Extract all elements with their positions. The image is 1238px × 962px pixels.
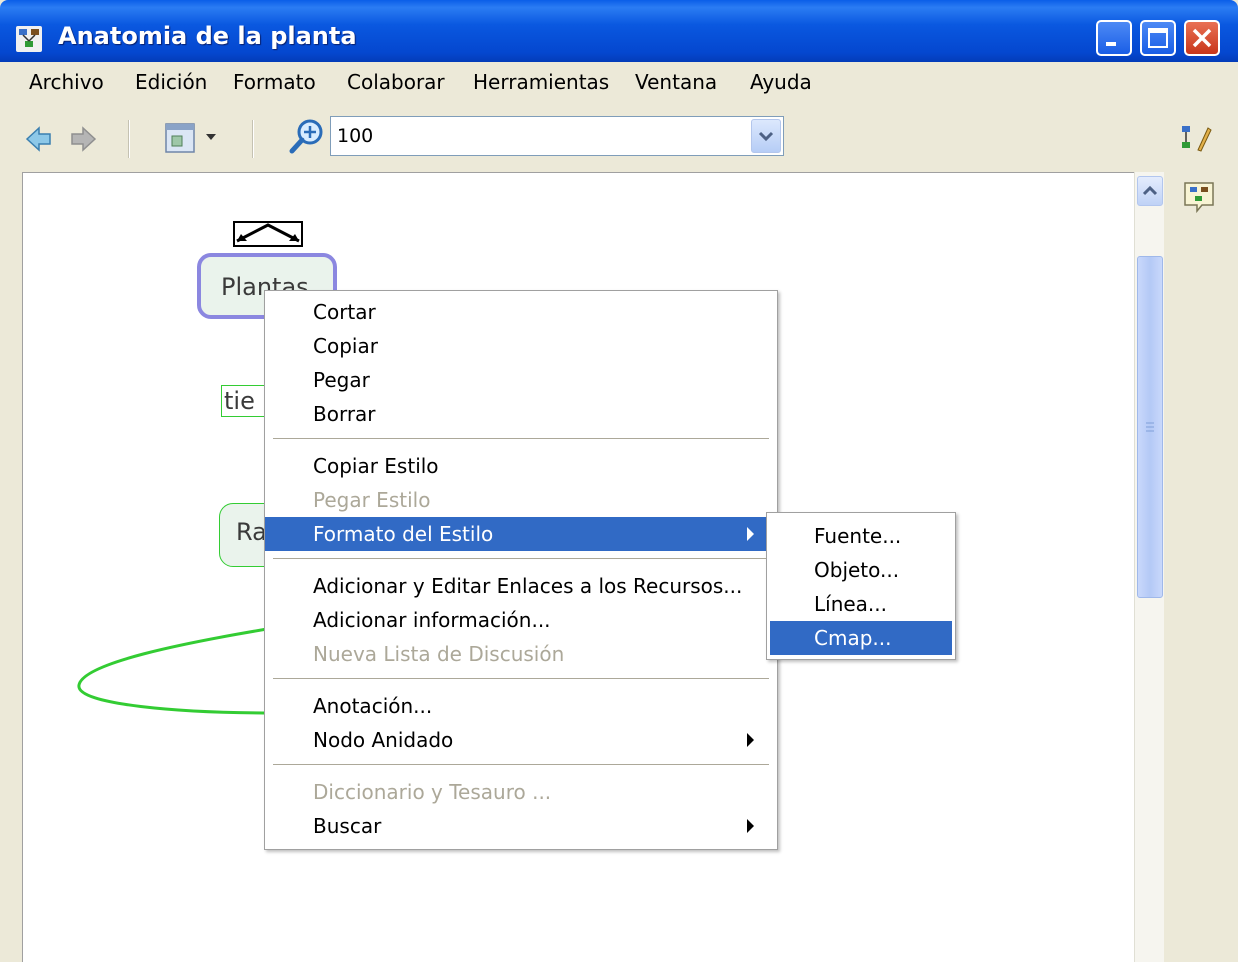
scroll-thumb[interactable] [1137,256,1163,598]
menu-item-label: Cortar [313,300,376,324]
submenu-item-label: Objeto... [814,558,900,582]
menu-item-formato-del-estilo[interactable]: Formato del Estilo [265,517,777,551]
menu-item-label: Diccionario y Tesauro ... [313,780,552,804]
submenu-arrow-icon [747,527,754,541]
toolbar-separator [128,120,129,158]
submenu-arrow-icon [747,733,754,747]
forward-arrow-icon[interactable] [68,124,98,154]
style-format-submenu: Fuente... Objeto... Línea... Cmap... [766,512,956,660]
submenu-arrow-icon [747,819,754,833]
submenu-item-objeto[interactable]: Objeto... [770,553,952,587]
menu-item-label: Borrar [313,402,376,426]
submenu-item-linea[interactable]: Línea... [770,587,952,621]
menu-ayuda[interactable]: Ayuda [750,70,812,94]
maximize-icon [1148,28,1168,48]
menu-item-pegar[interactable]: Pegar [265,363,777,397]
menu-item-enlaces-recursos[interactable]: Adicionar y Editar Enlaces a los Recurso… [265,569,777,603]
submenu-item-fuente[interactable]: Fuente... [770,519,952,553]
menu-item-label: Formato del Estilo [313,522,494,546]
scroll-up-button[interactable] [1137,176,1163,206]
menu-item-label: Copiar Estilo [313,454,439,478]
window-title: Anatomia de la planta [58,22,357,50]
view-options-icon[interactable] [160,120,228,156]
menu-item-cortar[interactable]: Cortar [265,295,777,329]
menu-item-diccionario-tesauro: Diccionario y Tesauro ... [265,775,777,809]
grip-icon [1146,422,1154,432]
menu-separator [273,438,769,439]
menu-item-adicionar-informacion[interactable]: Adicionar información... [265,603,777,637]
menu-item-nodo-anidado[interactable]: Nodo Anidado [265,723,777,757]
side-panel [1164,172,1230,962]
close-button[interactable] [1184,20,1220,56]
menu-separator [273,558,769,559]
chevron-up-icon [1142,185,1158,196]
menu-colaborar[interactable]: Colaborar [347,70,445,94]
menu-item-label: Copiar [313,334,378,358]
title-bar[interactable]: Anatomia de la planta [0,0,1238,62]
menu-item-label: Buscar [313,814,382,838]
zoom-icon[interactable] [288,118,326,156]
menu-item-anotacion[interactable]: Anotación... [265,689,777,723]
zoom-combo[interactable]: 100 [330,116,784,156]
app-window: Anatomia de la planta Archivo Edición Fo… [0,0,1238,962]
menu-item-copiar[interactable]: Copiar [265,329,777,363]
menu-edicion[interactable]: Edición [135,70,207,94]
submenu-item-label: Cmap... [814,626,892,650]
menu-item-label: Adicionar y Editar Enlaces a los Recurso… [313,574,743,598]
menu-item-label: Adicionar información... [313,608,551,632]
menu-bar: Archivo Edición Formato Colaborar Herram… [8,62,1230,102]
menu-herramientas[interactable]: Herramientas [473,70,609,94]
minimize-icon [1106,42,1116,46]
submenu-item-cmap[interactable]: Cmap... [770,621,952,655]
submenu-item-label: Línea... [814,592,888,616]
menu-item-label: Nodo Anidado [313,728,454,752]
menu-item-nueva-lista-discusion: Nueva Lista de Discusión [265,637,777,671]
tools-icon[interactable] [1178,122,1214,154]
menu-item-label: Pegar [313,368,370,392]
maximize-button[interactable] [1140,20,1176,56]
menu-item-label: Pegar Estilo [313,488,431,512]
menu-ventana[interactable]: Ventana [635,70,717,94]
menu-item-copiar-estilo[interactable]: Copiar Estilo [265,449,777,483]
menu-item-label: Nueva Lista de Discusión [313,642,565,666]
menu-item-buscar[interactable]: Buscar [265,809,777,843]
zoom-dropdown-button[interactable] [751,119,781,153]
cmap-app-icon [16,26,42,52]
menu-archivo[interactable]: Archivo [29,70,104,94]
vertical-scrollbar[interactable] [1134,172,1165,962]
menu-item-label: Anotación... [313,694,433,718]
context-menu: Cortar Copiar Pegar Borrar Copiar Estilo… [264,290,778,850]
cmap-overview-icon[interactable] [1182,180,1216,214]
menu-item-borrar[interactable]: Borrar [265,397,777,431]
chevron-down-icon [758,131,774,142]
submenu-item-label: Fuente... [814,524,902,548]
menu-separator [273,678,769,679]
menu-separator [273,764,769,765]
toolbar-separator [252,120,253,158]
zoom-value[interactable]: 100 [337,125,373,147]
close-icon [1192,28,1212,48]
back-arrow-icon[interactable] [24,124,54,154]
minimize-button[interactable] [1096,20,1132,56]
menu-item-pegar-estilo: Pegar Estilo [265,483,777,517]
menu-formato[interactable]: Formato [233,70,316,94]
